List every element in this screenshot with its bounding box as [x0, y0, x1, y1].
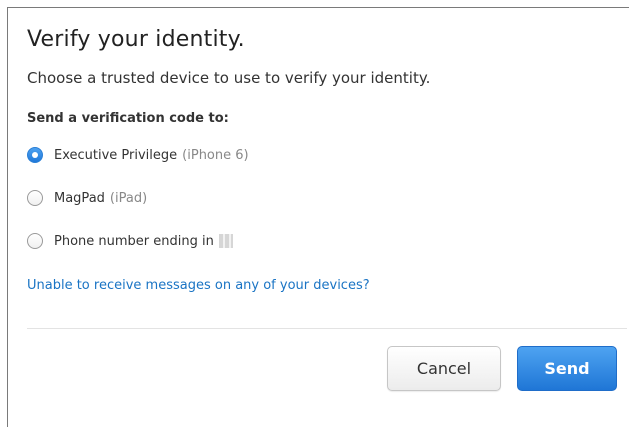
device-name: MagPad [54, 190, 105, 206]
divider [27, 328, 627, 329]
unable-to-receive-link[interactable]: Unable to receive messages on any of you… [27, 278, 370, 293]
cancel-button[interactable]: Cancel [387, 346, 501, 391]
section-label: Send a verification code to: [27, 111, 229, 126]
masked-digits [218, 234, 233, 248]
device-type: (iPhone 6) [182, 147, 249, 163]
device-option-iphone[interactable]: Executive Privilege (iPhone 6) [27, 147, 249, 163]
radio-unchecked-icon[interactable] [27, 233, 43, 249]
radio-unchecked-icon[interactable] [27, 190, 43, 206]
dialog-title: Verify your identity. [27, 27, 245, 52]
radio-checked-icon[interactable] [27, 147, 43, 163]
device-option-phone-number[interactable]: Phone number ending in [27, 233, 233, 249]
device-name: Phone number ending in [54, 233, 214, 249]
device-name: Executive Privilege [54, 147, 178, 163]
device-option-ipad[interactable]: MagPad (iPad) [27, 190, 147, 206]
dialog-subtitle: Choose a trusted device to use to verify… [27, 69, 431, 87]
send-button[interactable]: Send [517, 346, 617, 391]
verify-identity-dialog: Verify your identity. Choose a trusted d… [7, 7, 629, 427]
device-type: (iPad) [109, 190, 148, 206]
